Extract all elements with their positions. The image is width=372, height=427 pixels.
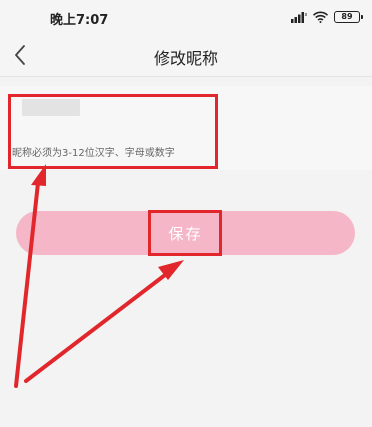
svg-text:x: x <box>305 12 308 18</box>
status-icons: x 89 <box>291 8 363 27</box>
wifi-icon <box>312 8 329 27</box>
signal-icon: x <box>291 8 308 27</box>
save-highlight-box <box>148 210 222 256</box>
battery-level: 89 <box>341 12 353 21</box>
screen: 晚上7:07 x 89 修改昵称 昵称必须为3-12位汉字、字母或数字 保存 <box>0 0 372 427</box>
nav-bar: 修改昵称 <box>0 36 372 77</box>
status-time: 晚上7:07 <box>50 13 109 28</box>
battery-icon: 89 <box>334 11 363 23</box>
arrow-to-save-icon <box>24 260 184 383</box>
page-title: 修改昵称 <box>153 49 218 68</box>
input-highlight-box <box>8 94 218 169</box>
status-bar: 晚上7:07 x 89 <box>0 0 372 36</box>
arrow-to-input-icon <box>14 164 46 388</box>
